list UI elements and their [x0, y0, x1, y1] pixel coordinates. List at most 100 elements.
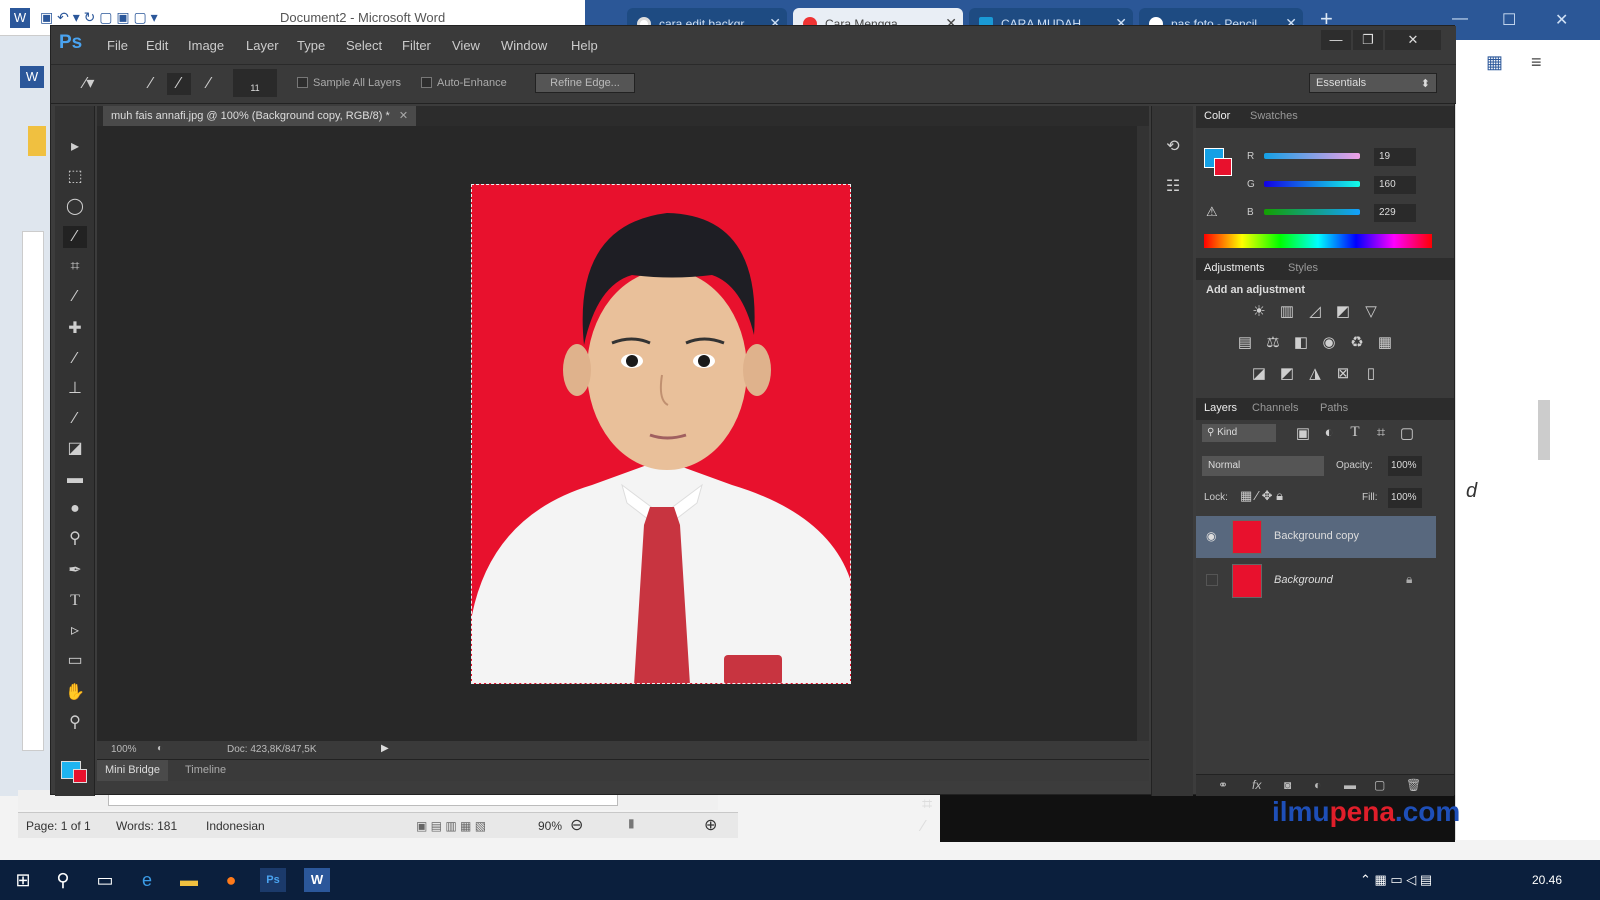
- quick-selection-tool-icon[interactable]: ⁄: [63, 226, 87, 248]
- close-button[interactable]: ✕: [1385, 30, 1441, 50]
- layer-style-icon[interactable]: fx: [1252, 778, 1261, 792]
- filter-smart-object-icon[interactable]: ▢: [1396, 424, 1418, 442]
- blue-slider[interactable]: [1264, 209, 1360, 215]
- new-selection-icon[interactable]: ⁄: [139, 73, 163, 95]
- new-adjustment-layer-icon[interactable]: ◐: [1314, 778, 1321, 792]
- history-brush-tool-icon[interactable]: ⁄: [63, 408, 87, 430]
- eyedropper-tool-icon[interactable]: ⁄: [63, 286, 87, 308]
- menu-filter[interactable]: Filter: [402, 38, 431, 53]
- pen-tool-icon[interactable]: ✒: [63, 560, 87, 582]
- file-explorer-icon[interactable]: ▬: [176, 868, 202, 892]
- start-icon[interactable]: ⊞: [10, 868, 36, 892]
- video-icon[interactable]: ▦: [1486, 52, 1503, 73]
- zoom-tool-icon[interactable]: ⚲: [63, 712, 87, 734]
- scrollbar-thumb[interactable]: [108, 794, 618, 806]
- visibility-toggle[interactable]: [1206, 574, 1218, 586]
- minimize-button[interactable]: —: [1321, 30, 1351, 50]
- color-lookup-icon[interactable]: ▦: [1374, 333, 1396, 351]
- new-group-icon[interactable]: ▬: [1344, 778, 1356, 792]
- path-selection-tool-icon[interactable]: ▹: [63, 620, 87, 642]
- green-value[interactable]: 160: [1374, 176, 1416, 194]
- layer-row-background-copy[interactable]: ◉ Background copy: [1196, 516, 1436, 558]
- crop-icon[interactable]: ⌗: [922, 794, 932, 815]
- menu-window[interactable]: Window: [501, 38, 547, 53]
- refine-edge-button[interactable]: Refine Edge...: [535, 73, 635, 93]
- auto-enhance-checkbox[interactable]: Auto-Enhance: [421, 77, 507, 89]
- lasso-tool-icon[interactable]: ◯: [63, 196, 87, 218]
- posterize-icon[interactable]: ◩: [1276, 364, 1298, 382]
- link-layers-icon[interactable]: ⚭: [1218, 778, 1228, 792]
- quick-selection-tool-icon[interactable]: ⁄▾: [77, 73, 101, 95]
- brightness-contrast-icon[interactable]: ☀: [1248, 302, 1270, 320]
- red-slider[interactable]: [1264, 153, 1360, 159]
- channel-mixer-icon[interactable]: ♻: [1346, 333, 1368, 351]
- menu-icon[interactable]: ≡: [1531, 52, 1542, 73]
- red-value[interactable]: 19: [1374, 148, 1416, 166]
- blur-tool-icon[interactable]: ●: [63, 498, 87, 520]
- selective-color-icon[interactable]: ⊠: [1332, 364, 1354, 382]
- menu-view[interactable]: View: [452, 38, 480, 53]
- menu-layer[interactable]: Layer: [246, 38, 279, 53]
- exposure-icon[interactable]: ◩: [1332, 302, 1354, 320]
- move-tool-icon[interactable]: ▸: [63, 136, 87, 158]
- layer-row-background[interactable]: Background 🔒︎: [1196, 560, 1436, 602]
- workspace-select[interactable]: Essentials ⬍: [1309, 73, 1437, 93]
- edge-icon[interactable]: e: [134, 868, 160, 892]
- rectangle-tool-icon[interactable]: ▭: [63, 650, 87, 672]
- healing-brush-tool-icon[interactable]: ✚: [63, 318, 87, 340]
- opacity-value[interactable]: 100%: [1388, 456, 1422, 476]
- tab-channels[interactable]: Channels: [1252, 402, 1298, 414]
- gamut-warning-icon[interactable]: ⚠: [1206, 204, 1218, 220]
- clock[interactable]: 20.46: [1532, 873, 1562, 887]
- page-count[interactable]: Page: 1 of 1: [26, 819, 91, 833]
- zoom-level[interactable]: 100%: [111, 744, 137, 755]
- menu-file[interactable]: File: [107, 38, 128, 53]
- language[interactable]: Indonesian: [206, 819, 265, 833]
- black-white-icon[interactable]: ◧: [1290, 333, 1312, 351]
- hand-tool-icon[interactable]: ✋: [63, 682, 87, 704]
- tab-timeline[interactable]: Timeline: [185, 764, 226, 776]
- layer-kind-filter[interactable]: ⚲ Kind: [1202, 424, 1276, 442]
- tab-styles[interactable]: Styles: [1288, 262, 1318, 274]
- close-document-icon[interactable]: ✕: [399, 110, 408, 122]
- layer-name[interactable]: Background copy: [1274, 530, 1359, 542]
- tab-mini-bridge[interactable]: Mini Bridge: [97, 760, 169, 781]
- word-count[interactable]: Words: 181: [116, 819, 177, 833]
- layer-name[interactable]: Background: [1274, 574, 1333, 586]
- tab-paths[interactable]: Paths: [1320, 402, 1348, 414]
- threshold-icon[interactable]: ◮: [1304, 364, 1326, 382]
- maximize-icon[interactable]: ☐: [1502, 10, 1516, 30]
- zoom-in-icon[interactable]: ⊕: [704, 815, 717, 835]
- marquee-tool-icon[interactable]: ⬚: [63, 166, 87, 188]
- invert-icon[interactable]: ◪: [1248, 364, 1270, 382]
- subtract-from-selection-icon[interactable]: ⁄: [197, 73, 221, 95]
- properties-panel-icon[interactable]: ☷: [1161, 176, 1185, 198]
- gradient-tool-icon[interactable]: ▬: [63, 468, 87, 490]
- add-mask-icon[interactable]: ◙: [1284, 778, 1291, 792]
- search-icon[interactable]: ⚲: [50, 868, 76, 892]
- curves-icon[interactable]: ◿: [1304, 302, 1326, 320]
- fill-value[interactable]: 100%: [1388, 488, 1422, 508]
- tab-adjustments[interactable]: Adjustments: [1204, 262, 1265, 274]
- brush-size-picker[interactable]: 11: [233, 69, 277, 97]
- type-tool-icon[interactable]: T: [63, 590, 87, 612]
- folder-icon[interactable]: [28, 126, 46, 156]
- system-tray-icons[interactable]: ⌃ ▦ ▭ ◁ ▤: [1360, 872, 1432, 888]
- word-app-icon[interactable]: W: [10, 8, 30, 28]
- brush-tool-icon[interactable]: ⁄: [63, 348, 87, 370]
- passport-photo[interactable]: [471, 184, 851, 684]
- green-slider[interactable]: [1264, 181, 1360, 187]
- filter-pixel-icon[interactable]: ▣: [1292, 424, 1314, 442]
- color-balance-icon[interactable]: ⚖: [1262, 333, 1284, 351]
- canvas-area[interactable]: [97, 126, 1137, 741]
- menu-help[interactable]: Help: [571, 38, 598, 53]
- history-panel-icon[interactable]: ⟲: [1161, 136, 1185, 158]
- zoom-slider[interactable]: ▮: [628, 816, 635, 830]
- hue-saturation-icon[interactable]: ▤: [1234, 333, 1256, 351]
- color-spectrum-ramp[interactable]: [1204, 234, 1432, 248]
- firefox-icon[interactable]: ●: [218, 868, 244, 892]
- crop-tool-icon[interactable]: ⌗: [63, 256, 87, 278]
- status-options-icon[interactable]: ◐: [157, 743, 163, 754]
- vibrance-icon[interactable]: ▽: [1360, 302, 1382, 320]
- quick-access-icons[interactable]: ▣ ↶ ▾ ↻ ▢ ▣ ▢ ▾: [40, 9, 158, 26]
